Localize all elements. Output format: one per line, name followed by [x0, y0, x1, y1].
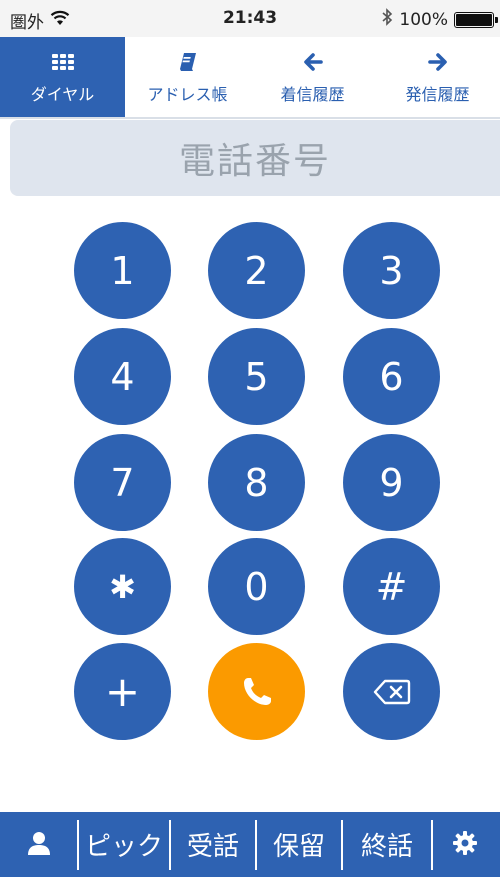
tab-bar: ダイヤル アドレス帳 着信履歴 発信履歴 [0, 37, 500, 119]
battery-icon [454, 11, 498, 28]
delete-button[interactable] [343, 643, 440, 740]
key-7[interactable]: 7 [74, 434, 171, 531]
tab-address-book-label: アドレス帳 [147, 85, 228, 104]
key-star[interactable]: ✱ [74, 538, 171, 635]
key-5[interactable]: 5 [208, 328, 305, 425]
tab-dial[interactable]: ダイヤル [0, 37, 125, 117]
key-hash[interactable]: # [343, 538, 440, 635]
key-1[interactable]: 1 [74, 222, 171, 319]
user-icon [26, 830, 52, 860]
key-plus[interactable]: + [74, 643, 171, 740]
gear-icon [452, 830, 478, 860]
phone-icon [240, 675, 274, 709]
key-3[interactable]: 3 [343, 222, 440, 319]
status-bar: 圏外 21:43 100% [0, 0, 500, 37]
arrow-left-icon [303, 49, 323, 75]
key-4[interactable]: 4 [74, 328, 171, 425]
end-call-button[interactable]: 終話 [343, 812, 431, 877]
battery-percent: 100% [399, 9, 448, 30]
key-8[interactable]: 8 [208, 434, 305, 531]
key-0[interactable]: 0 [208, 538, 305, 635]
bottom-action-bar: ピック 受話 保留 終話 [0, 812, 500, 877]
bluetooth-icon [381, 8, 393, 31]
contact-button[interactable] [0, 812, 77, 877]
key-2[interactable]: 2 [208, 222, 305, 319]
call-button[interactable] [208, 643, 305, 740]
backspace-icon [373, 679, 411, 705]
phone-number-field[interactable]: 電話番号 [10, 120, 500, 196]
battery-fill [456, 13, 492, 26]
answer-button[interactable]: 受話 [171, 812, 255, 877]
tab-dial-label: ダイヤル [30, 85, 95, 104]
book-icon [179, 49, 197, 75]
keypad-grid-icon [51, 49, 74, 75]
tab-outgoing-history[interactable]: 発信履歴 [375, 37, 500, 117]
tab-outgoing-history-label: 発信履歴 [405, 85, 470, 104]
status-right: 100% [381, 8, 498, 31]
settings-button[interactable] [433, 812, 497, 877]
key-9[interactable]: 9 [343, 434, 440, 531]
hold-button[interactable]: 保留 [257, 812, 341, 877]
arrow-right-icon [427, 49, 448, 75]
tab-incoming-history[interactable]: 着信履歴 [250, 37, 375, 117]
pick-button[interactable]: ピック [79, 812, 169, 877]
key-6[interactable]: 6 [343, 328, 440, 425]
tab-address-book[interactable]: アドレス帳 [125, 37, 250, 117]
tab-incoming-history-label: 着信履歴 [280, 85, 345, 104]
